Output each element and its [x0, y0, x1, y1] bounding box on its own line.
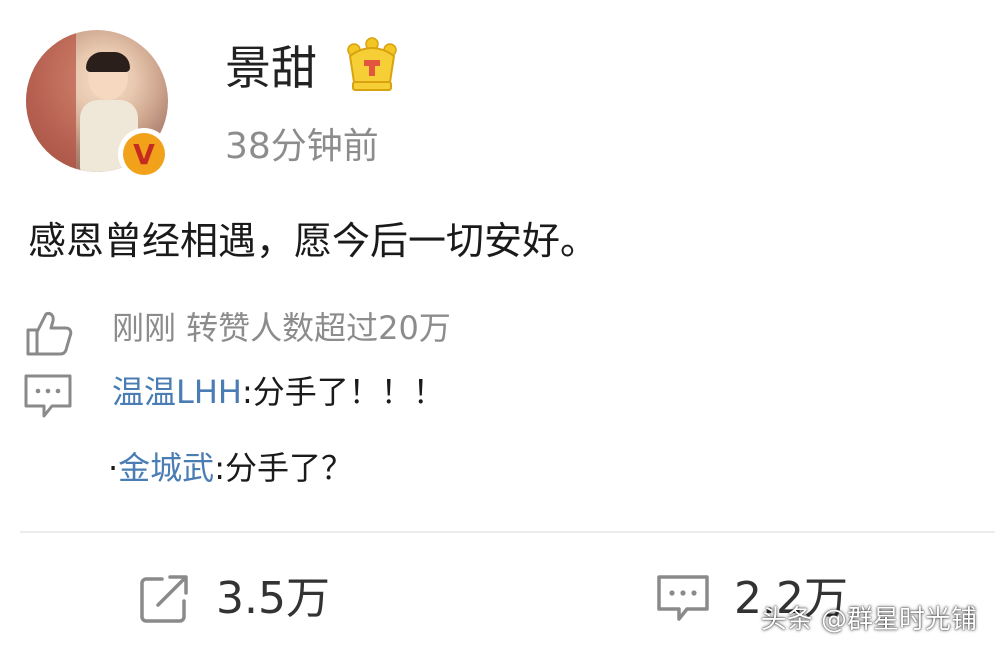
likes-summary: 刚刚 转赞人数超过20万 — [112, 309, 451, 347]
divider — [20, 531, 995, 533]
comment-bullet: · — [108, 449, 119, 487]
comment-text: :分手了？ — [214, 449, 353, 487]
avatar-background — [26, 30, 76, 172]
watermark: 头条 @群星时光铺 — [760, 605, 977, 635]
comment-item: ·金城武:分手了？ — [108, 444, 353, 492]
username[interactable]: 景甜 — [225, 38, 317, 98]
comment-bubble-icon[interactable] — [22, 372, 74, 422]
crown-icon — [347, 37, 397, 91]
avatar-hair — [86, 52, 130, 72]
comment-icon[interactable] — [655, 573, 711, 625]
comment-item: 温温LHH:分手了！！！ — [112, 368, 445, 416]
repost-count[interactable]: 3.5万 — [216, 568, 330, 630]
comment-author[interactable]: 金城武 — [118, 449, 214, 487]
comment-text: :分手了！！！ — [241, 373, 445, 411]
thumbs-up-icon[interactable] — [24, 308, 74, 358]
repost-icon[interactable] — [138, 573, 192, 625]
verified-v-badge-icon: V — [118, 128, 170, 180]
post-text: 感恩曾经相遇，愿今后一切安好。 — [28, 219, 599, 263]
post-time: 38分钟前 — [225, 126, 379, 167]
comment-author[interactable]: 温温LHH — [112, 373, 242, 411]
